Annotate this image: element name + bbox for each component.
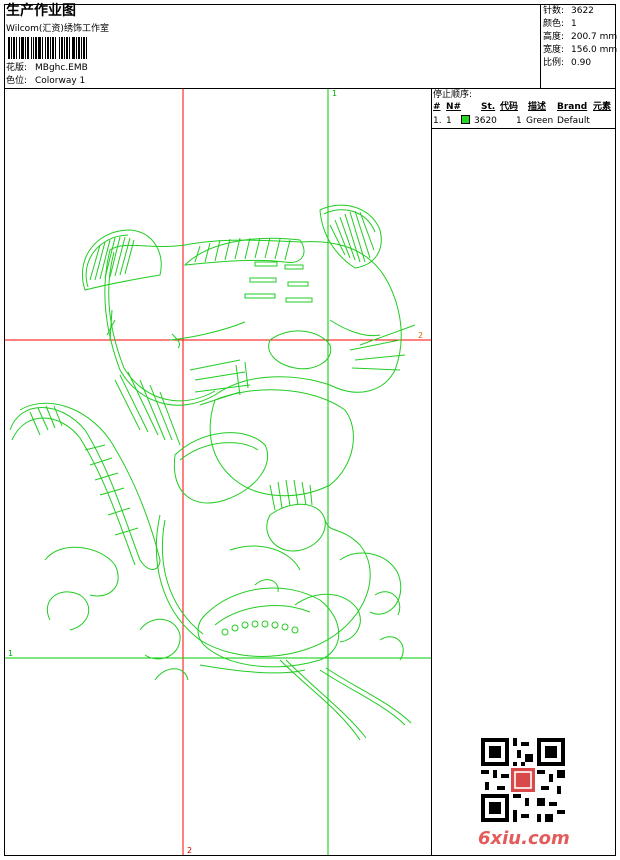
header-divider-right <box>540 4 541 88</box>
watermark-text: 6xiu.com <box>478 828 570 849</box>
scale-value: 0.90 <box>571 58 592 68</box>
col-element: 元素 <box>593 102 612 112</box>
studio-name: Wilcom(汇资)绣饰工作室 <box>6 24 109 34</box>
tail-hatching <box>29 405 139 536</box>
col-code: 代码 <box>500 102 519 112</box>
row-code: 1 <box>516 116 522 126</box>
colorway-label: 色位: <box>6 76 28 86</box>
barcode <box>8 37 89 59</box>
stop-table-divider <box>431 128 616 129</box>
thread-color-swatch <box>461 115 470 124</box>
row-brand: Default <box>557 116 590 126</box>
stitches-label: 针数: <box>543 6 565 16</box>
frame-label-bottom: 2 <box>187 846 192 855</box>
right-ear-hatching <box>329 210 375 263</box>
row-stitches: 3620 <box>474 116 497 126</box>
row-description: Green <box>526 116 554 126</box>
design-value: MBghc.EMB <box>35 63 88 73</box>
page-title: 生产作业图 <box>6 3 76 19</box>
qr-code-icon <box>481 738 565 822</box>
colors-label: 颜色: <box>543 19 565 29</box>
embroidery-design-canvas: 1 2 1 2 <box>5 89 431 855</box>
height-value: 200.7 mm <box>571 32 618 42</box>
width-value: 156.0 mm <box>571 45 618 55</box>
col-stitches: St. <box>481 102 496 112</box>
scale-label: 比例: <box>543 58 565 68</box>
sidebar-divider <box>431 88 432 856</box>
forehead-mark <box>244 261 313 303</box>
tiger-embroidery-outline <box>9 204 416 741</box>
width-label: 宽度: <box>543 45 565 55</box>
design-label: 花版: <box>6 63 28 73</box>
col-needle: N# <box>446 102 462 112</box>
height-label: 高度: <box>543 32 565 42</box>
colors-value: 1 <box>571 19 577 29</box>
col-description: 描述 <box>528 102 547 112</box>
row-index: 1. <box>433 116 442 126</box>
col-hash: # <box>433 102 441 112</box>
frame-label-right: 2 <box>418 331 423 340</box>
colorway-value: Colorway 1 <box>35 76 86 86</box>
stop-sequence-title: 停止顺序: <box>433 90 473 100</box>
row-needle: 1 <box>446 116 452 126</box>
frame-label-left: 1 <box>8 649 13 658</box>
frame-label-top: 1 <box>332 89 337 98</box>
col-brand: Brand <box>557 102 588 112</box>
stitches-value: 3622 <box>571 6 594 16</box>
